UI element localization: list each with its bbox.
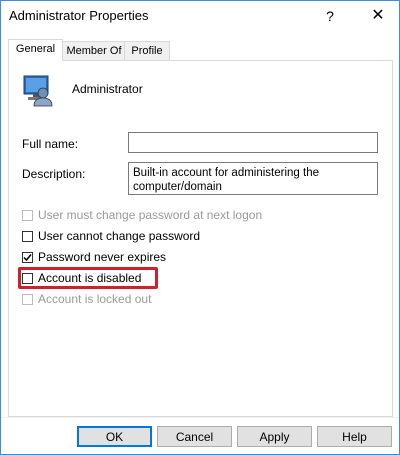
highlight-box [18, 267, 158, 289]
checkbox-label: User must change password at next logon [38, 208, 263, 222]
must-change-password-checkbox [22, 209, 33, 221]
divider [1, 417, 399, 418]
tab-member-of[interactable]: Member Of [61, 41, 127, 60]
account-locked-out-checkbox [22, 293, 33, 305]
password-never-expires-checkbox[interactable] [22, 251, 33, 263]
user-name: Administrator [72, 82, 143, 96]
apply-button[interactable]: Apply [237, 426, 312, 447]
cannot-change-password-checkbox[interactable] [22, 230, 33, 242]
description-line: Built-in account for administering the [133, 167, 320, 179]
account-locked-out-option: Account is locked out [22, 291, 151, 307]
description-field[interactable]: Built-in account for administering the c… [128, 162, 378, 195]
help-button[interactable]: Help [317, 426, 392, 447]
description-line: computer/domain [133, 181, 222, 193]
tab-profile[interactable]: Profile [124, 41, 170, 60]
checkbox-label: Account is locked out [38, 292, 152, 306]
checkbox-label: User cannot change password [38, 229, 201, 243]
description-label: Description: [22, 167, 86, 181]
user-account-icon [23, 75, 53, 107]
help-icon[interactable]: ? [315, 1, 345, 31]
checkbox-label: Password never expires [38, 250, 167, 264]
tab-general[interactable]: General [8, 39, 63, 61]
full-name-label: Full name: [22, 137, 79, 151]
ok-button[interactable]: OK [77, 426, 152, 447]
password-never-expires-option[interactable]: Password never expires [22, 249, 166, 265]
properties-dialog: Administrator Properties ? ✕ General Mem… [0, 0, 400, 455]
close-icon[interactable]: ✕ [357, 1, 399, 31]
cancel-button[interactable]: Cancel [157, 426, 232, 447]
title-bar[interactable]: Administrator Properties ? ✕ [1, 1, 399, 31]
checkmark-icon [23, 253, 32, 261]
full-name-field[interactable] [128, 132, 378, 153]
window-title: Administrator Properties [9, 8, 149, 23]
must-change-password-option: User must change password at next logon [22, 207, 262, 223]
cannot-change-password-option[interactable]: User cannot change password [22, 228, 200, 244]
